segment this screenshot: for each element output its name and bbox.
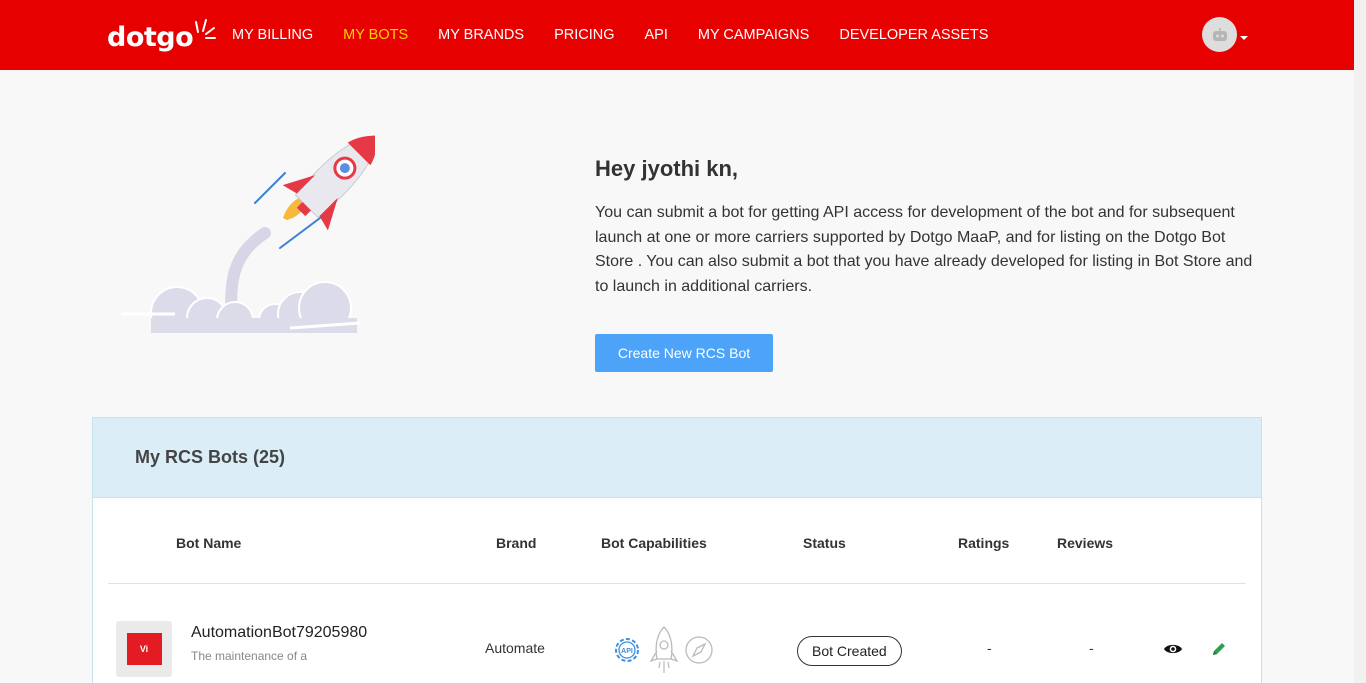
logo-text: dotgo	[107, 21, 194, 53]
rocket-launch-illustration	[121, 135, 375, 333]
bot-logo: Vi	[116, 621, 172, 677]
column-bot-capabilities: Bot Capabilities	[601, 535, 707, 551]
dotgo-logo[interactable]: dotgo	[107, 16, 217, 58]
svg-text:API: API	[621, 648, 633, 655]
status-badge: Bot Created	[797, 636, 902, 666]
nav-pricing[interactable]: PRICING	[554, 27, 614, 43]
nav-api[interactable]: API	[645, 27, 668, 43]
bot-capabilities: API	[611, 625, 715, 675]
compass-icon	[685, 636, 713, 664]
card-title: My RCS Bots (25)	[135, 447, 286, 467]
nav-developer-assets[interactable]: DEVELOPER ASSETS	[839, 27, 988, 43]
column-brand: Brand	[496, 535, 537, 551]
nav-my-billing[interactable]: MY BILLING	[232, 27, 313, 43]
column-reviews: Reviews	[1057, 535, 1114, 551]
logo-sparks-icon	[195, 19, 217, 39]
bot-description: The maintenance of a	[191, 649, 308, 663]
create-rcs-bot-button[interactable]: Create New RCS Bot	[595, 334, 773, 372]
nav-my-brands[interactable]: MY BRANDS	[438, 27, 524, 43]
intro-paragraph: You can submit a bot for getting API acc…	[595, 204, 1253, 295]
rocket-icon	[649, 626, 679, 673]
my-rcs-bots-card: My RCS Bots (25) Bot Name Brand Bot Capa…	[92, 417, 1262, 683]
page-scrollbar[interactable]	[1354, 0, 1366, 683]
nav-my-campaigns[interactable]: MY CAMPAIGNS	[698, 27, 809, 43]
api-gear-icon: API	[615, 638, 639, 662]
edit-pencil-icon[interactable]	[1211, 641, 1227, 657]
top-navbar: dotgo MY BILLING MY BOTS MY BRANDS PRICI…	[0, 0, 1354, 70]
chevron-down-icon[interactable]	[1240, 36, 1248, 40]
bot-reviews: -	[1089, 640, 1094, 656]
bot-name[interactable]: AutomationBot79205980	[191, 624, 367, 642]
nav-my-bots[interactable]: MY BOTS	[343, 27, 408, 43]
bot-brand: Automate	[485, 640, 545, 656]
bot-logo-text: Vi	[126, 633, 162, 665]
table-divider	[108, 583, 1246, 584]
greeting-heading: Hey jyothi kn,	[595, 156, 739, 181]
bot-rating: -	[987, 640, 992, 656]
column-bot-name: Bot Name	[176, 535, 242, 551]
main-nav: MY BILLING MY BOTS MY BRANDS PRICING API…	[232, 0, 1018, 70]
card-header: My RCS Bots (25)	[93, 418, 1261, 498]
column-status: Status	[803, 535, 846, 551]
column-ratings: Ratings	[958, 535, 1010, 551]
robot-icon	[1212, 27, 1227, 41]
user-avatar[interactable]	[1202, 17, 1237, 52]
view-eye-icon[interactable]	[1163, 642, 1183, 656]
